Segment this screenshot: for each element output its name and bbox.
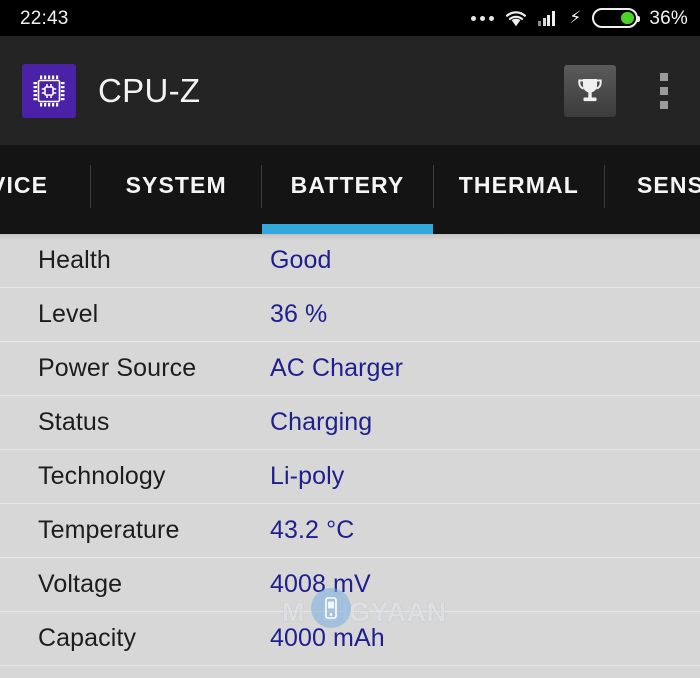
row-value: Charging: [270, 408, 373, 436]
row-label: Level: [38, 300, 99, 328]
row-label: Health: [38, 246, 111, 274]
tab-thermal[interactable]: THERMAL: [434, 145, 604, 234]
overflow-menu-icon[interactable]: [650, 69, 678, 113]
row-label: Temperature: [38, 516, 180, 544]
row-label: Capacity: [38, 624, 137, 652]
table-row-empty: [0, 666, 700, 678]
app-bar: CPU-Z: [0, 36, 700, 145]
tab-sensors-label: SENS: [636, 172, 700, 198]
row-value: 43.2 °C: [270, 516, 355, 544]
phone-screenshot: 22:43 ⚡︎ 36% CPU-Z ICE SYSTEM BATTERY TH…: [0, 0, 700, 678]
table-row[interactable]: Technology Li-poly: [0, 450, 700, 504]
row-value: 4000 mAh: [270, 624, 385, 652]
table-row[interactable]: Level 36 %: [0, 288, 700, 342]
table-row[interactable]: Power Source AC Charger: [0, 342, 700, 396]
status-bar-icons: ⚡︎ 36%: [471, 8, 688, 28]
status-bar-clock: 22:43: [20, 7, 69, 29]
row-value: AC Charger: [270, 354, 403, 382]
app-bar-actions: [564, 64, 678, 117]
status-bar: 22:43 ⚡︎ 36%: [0, 0, 700, 36]
row-value: Li-poly: [270, 462, 345, 490]
battery-percent-label: 36%: [649, 7, 688, 29]
tab-thermal-label: THERMAL: [458, 172, 579, 198]
tab-system[interactable]: SYSTEM: [91, 145, 261, 234]
lightning-bolt-icon: ⚡︎: [569, 7, 582, 27]
tab-battery-label: BATTERY: [290, 172, 405, 198]
more-dots-icon: [471, 15, 495, 21]
tab-device[interactable]: VICE: [0, 145, 90, 234]
row-label: Technology: [38, 462, 166, 490]
table-row[interactable]: Status Charging: [0, 396, 700, 450]
table-row[interactable]: Voltage 4008 mV: [0, 558, 700, 612]
tab-battery[interactable]: BATTERY: [262, 145, 433, 234]
table-row[interactable]: Capacity 4000 mAh: [0, 612, 700, 666]
table-row[interactable]: Temperature 43.2 °C: [0, 504, 700, 558]
row-value: Good: [270, 246, 332, 274]
cpu-chip-icon: [22, 63, 76, 118]
row-value: 4008 mV: [270, 570, 371, 598]
row-label: Status: [38, 408, 110, 436]
battery-icon: [592, 8, 641, 28]
tab-system-label: SYSTEM: [125, 172, 227, 198]
row-label: Power Source: [38, 354, 197, 382]
tab-sensors[interactable]: SENS: [605, 145, 700, 234]
table-row[interactable]: Health Good: [0, 234, 700, 288]
row-label: Voltage: [38, 570, 123, 598]
battery-info-list[interactable]: Health Good Level 36 % Power Source AC C…: [0, 234, 700, 678]
tab-bar: VICE SYSTEM BATTERY THERMAL SENS: [0, 145, 700, 234]
cellular-signal-icon: [538, 10, 558, 26]
trophy-icon[interactable]: [564, 64, 616, 117]
tab-device-label: VICE: [0, 172, 49, 198]
row-value: 36 %: [270, 300, 328, 328]
wifi-icon: [505, 10, 527, 27]
app-title: CPU-Z: [98, 71, 201, 109]
